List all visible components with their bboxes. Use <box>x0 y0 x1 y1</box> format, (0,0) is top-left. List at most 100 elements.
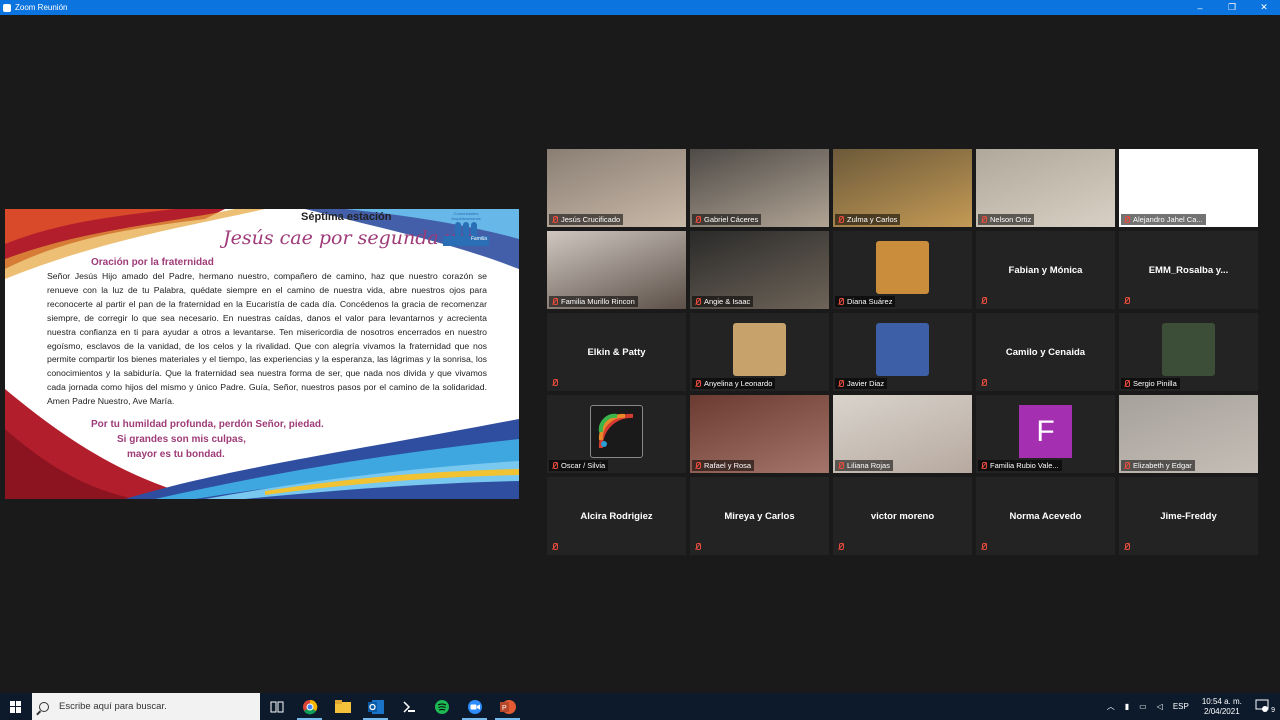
muted-mic-icon <box>1123 543 1130 551</box>
participant-tile[interactable]: Nelson Ortiz <box>976 149 1115 227</box>
muted-mic-icon <box>980 215 987 224</box>
participant-name: Angie & Isaac <box>704 297 751 306</box>
language-indicator[interactable]: ESP <box>1168 702 1194 711</box>
participant-tile[interactable]: Mireya y Carlos <box>690 477 829 555</box>
participant-tile[interactable]: Liliana Rojas <box>833 395 972 473</box>
zoom-icon <box>3 3 11 12</box>
participant-tile[interactable]: Rafael y Rosa <box>690 395 829 473</box>
participant-name: Rafael y Rosa <box>704 461 752 470</box>
volume-icon[interactable]: ◁ <box>1152 702 1168 711</box>
participant-tile[interactable]: Jesús Crucificado <box>547 149 686 227</box>
participant-name: Javier Diaz <box>847 379 885 388</box>
store-icon[interactable] <box>392 693 425 720</box>
notifications-icon[interactable]: 9 <box>1250 699 1280 714</box>
muted-mic-icon <box>980 379 987 387</box>
participant-tile[interactable]: Familia Murillo Rincon <box>547 231 686 309</box>
participant-tile[interactable]: Gabriel Cáceres <box>690 149 829 227</box>
participant-name: Gabriel Cáceres <box>704 215 759 224</box>
participant-tile[interactable]: Diana Suárez <box>833 231 972 309</box>
participant-tile[interactable]: Norma Acevedo <box>976 477 1115 555</box>
verse-line-2: Si grandes son mis culpas, <box>117 434 246 445</box>
participant-profile-picture <box>1162 323 1215 376</box>
participant-label: Rafael y Rosa <box>692 460 755 471</box>
participant-tile[interactable]: Alejandro Jahel Ca... <box>1119 149 1258 227</box>
participant-name: Elizabeth y Edgar <box>1133 461 1192 470</box>
participant-label: Familia Murillo Rincon <box>549 296 638 307</box>
powerpoint-icon[interactable]: P <box>491 693 524 720</box>
participant-name: victor moreno <box>870 510 935 522</box>
search-icon <box>39 701 49 712</box>
muted-mic-icon <box>1123 461 1130 470</box>
maximize-button[interactable]: ❐ <box>1216 0 1248 15</box>
participant-label: Zulma y Carlos <box>835 214 901 225</box>
verse-line-1: Por tu humildad profunda, perdón Señor, … <box>91 419 324 430</box>
participant-tile[interactable]: Javier Diaz <box>833 313 972 391</box>
muted-mic-icon <box>837 461 844 470</box>
participant-name: Familia Rubio Vale... <box>990 461 1059 470</box>
muted-mic-icon <box>551 379 558 387</box>
participant-label: Familia Rubio Vale... <box>978 460 1062 471</box>
file-explorer-icon[interactable] <box>326 693 359 720</box>
participant-label: Gabriel Cáceres <box>692 214 762 225</box>
spotify-icon[interactable] <box>425 693 458 720</box>
participant-tile[interactable]: Zulma y Carlos <box>833 149 972 227</box>
familia-logo: Comunidades Arquidiocesanas Familia <box>443 211 489 251</box>
station-subtitle: Jesús cae por segunda vez <box>223 227 477 249</box>
participant-name: Mireya y Carlos <box>724 510 795 522</box>
participant-tile[interactable]: Oscar / Silvia <box>547 395 686 473</box>
participant-label: Angie & Isaac <box>692 296 754 307</box>
muted-mic-icon <box>837 215 844 224</box>
station-title: Séptima estación <box>301 211 392 223</box>
participant-gallery: Jesús Crucificado Gabriel Cáceres Zulma y … <box>547 149 1259 557</box>
participant-label: Javier Diaz <box>835 378 888 389</box>
participant-tile[interactable]: Elizabeth y Edgar <box>1119 395 1258 473</box>
window-titlebar: Zoom Reunión – ❐ ✕ <box>0 0 1280 15</box>
close-button[interactable]: ✕ <box>1248 0 1280 15</box>
muted-mic-icon <box>1123 215 1130 224</box>
participant-tile[interactable]: Fabian y Mónica <box>976 231 1115 309</box>
participant-tile[interactable]: victor moreno <box>833 477 972 555</box>
chrome-icon[interactable] <box>293 693 326 720</box>
window-title: Zoom Reunión <box>15 3 68 12</box>
participant-name: Zulma y Carlos <box>847 215 898 224</box>
participant-tile[interactable]: Sergio Pinilla <box>1119 313 1258 391</box>
participant-tile[interactable]: EMM_Rosalba y... <box>1119 231 1258 309</box>
participant-name: Elkin & Patty <box>587 346 646 358</box>
participant-profile-picture <box>590 405 643 458</box>
verse-line-3: mayor es tu bondad. <box>127 449 225 460</box>
clock-date: 2/04/2021 <box>1204 706 1240 716</box>
participant-label: Oscar / Silvia <box>549 460 609 471</box>
prayer-heading: Oración por la fraternidad <box>91 257 214 268</box>
participant-name: Norma Acevedo <box>1009 510 1082 522</box>
network-icon[interactable]: ▭ <box>1134 702 1152 711</box>
participant-label: Jesús Crucificado <box>549 214 624 225</box>
participant-name: Liliana Rojas <box>847 461 890 470</box>
participant-name: Nelson Ortiz <box>990 215 1032 224</box>
taskbar-search[interactable]: Escribe aquí para buscar. <box>32 693 260 720</box>
participant-name: EMM_Rosalba y... <box>1148 264 1229 276</box>
participant-tile[interactable]: Elkin & Patty <box>547 313 686 391</box>
participant-label: Diana Suárez <box>835 296 896 307</box>
participant-label: Nelson Ortiz <box>978 214 1035 225</box>
participant-profile-picture <box>876 323 929 376</box>
minimize-button[interactable]: – <box>1184 0 1216 15</box>
usb-icon[interactable]: ▮ <box>1120 702 1134 711</box>
muted-mic-icon <box>980 461 987 470</box>
muted-mic-icon <box>1123 297 1130 305</box>
prayer-text: Señor Jesús Hijo amado del Padre, herman… <box>47 271 487 407</box>
muted-mic-icon <box>551 215 558 224</box>
participant-tile[interactable]: Anyelina y Leonardo <box>690 313 829 391</box>
start-button[interactable] <box>0 693 32 720</box>
show-hidden-icons-chevron-icon[interactable]: ︿ <box>1102 701 1120 712</box>
zoom-taskbar-icon[interactable] <box>458 693 491 720</box>
participant-tile[interactable]: Alcira Rodrigiez <box>547 477 686 555</box>
participant-tile[interactable]: F Familia Rubio Vale... <box>976 395 1115 473</box>
outlook-icon[interactable] <box>359 693 392 720</box>
muted-mic-icon <box>694 543 701 551</box>
participant-tile[interactable]: Camilo y Cenaida <box>976 313 1115 391</box>
muted-mic-icon <box>837 379 844 388</box>
clock[interactable]: 10:54 a. m. 2/04/2021 <box>1194 697 1250 717</box>
participant-tile[interactable]: Jime-Freddy <box>1119 477 1258 555</box>
participant-tile[interactable]: Angie & Isaac <box>690 231 829 309</box>
task-view-icon[interactable] <box>260 693 293 720</box>
